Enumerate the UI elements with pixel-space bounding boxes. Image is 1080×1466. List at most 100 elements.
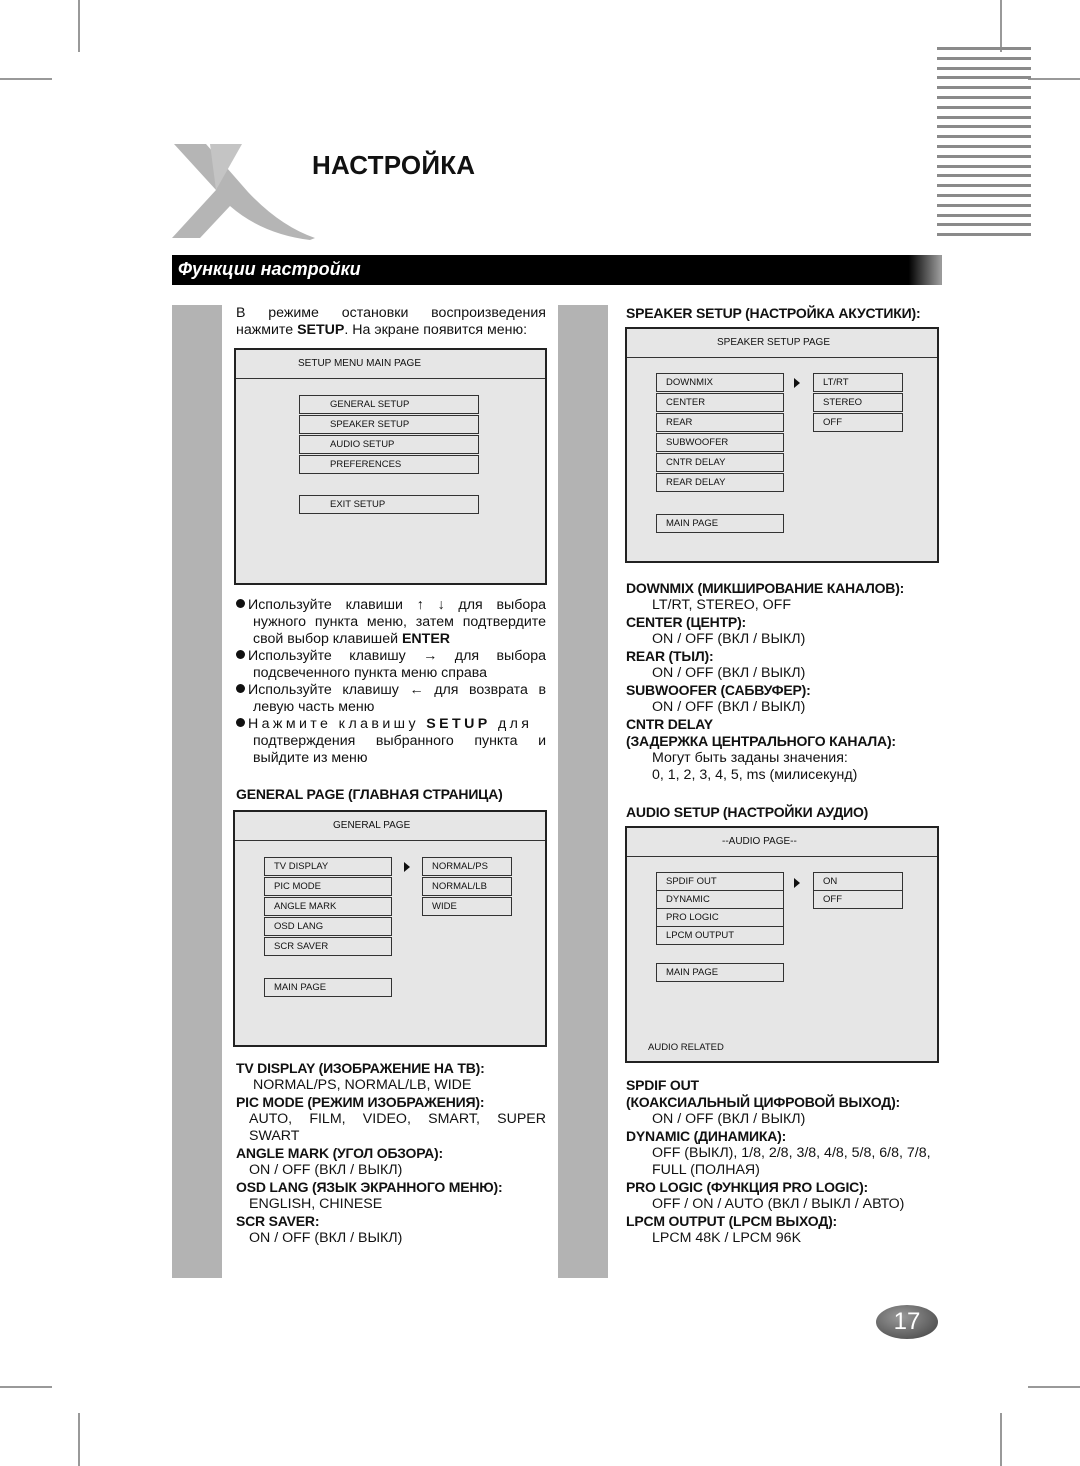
menu-item-dynamic[interactable]: DYNAMIC [656, 890, 784, 909]
line: Используйте клавишу ← для возврата в [236, 682, 546, 699]
menu-item-speaker-setup[interactable]: SPEAKER SETUP [299, 415, 479, 434]
text: Используйте клавиши ↑ ↓ для выбора [248, 597, 546, 613]
menu-item-angle-mark[interactable]: ANGLE MARK [264, 897, 392, 916]
line: Используйте клавиши ↑ ↓ для выбора [236, 597, 546, 614]
speaker-setup-screen: SPEAKER SETUP PAGE DOWNMIX CENTER REAR S… [625, 327, 939, 563]
desc-heading: LPCM OUTPUT (LPCM ВЫХОД): [626, 1213, 838, 1229]
crop-mark [0, 78, 52, 80]
line: подтверждения выбранного пункта и [253, 733, 546, 749]
desc-heading: SCR SAVER: [236, 1213, 320, 1229]
desc-heading: ANGLE MARK (УГОЛ ОБЗОРА): [236, 1145, 443, 1161]
menu-item-tv-display[interactable]: TV DISPLAY [264, 857, 392, 876]
desc-value: AUTO, FILM, VIDEO, SMART, SUPER [249, 1111, 546, 1127]
section-title: Функции настройки [178, 259, 361, 279]
desc-value: SWART [249, 1128, 300, 1144]
crop-mark [1000, 1413, 1002, 1466]
desc-value: Могут быть заданы значения: [652, 750, 848, 766]
option-off[interactable]: OFF [813, 413, 903, 432]
bullet-icon [236, 599, 245, 608]
section-banner: Функции настройки [172, 255, 942, 285]
text: нажмите [236, 322, 298, 338]
desc-heading: OSD LANG (ЯЗЫК ЭКРАННОГО МЕНЮ): [236, 1179, 503, 1195]
general-page-screen: GENERAL PAGE TV DISPLAY PIC MODE ANGLE M… [233, 810, 547, 1047]
option-on[interactable]: ON [813, 872, 903, 891]
menu-item-scr-saver[interactable]: SCR SAVER [264, 937, 392, 956]
line: свой выбор клавишей ENTER [236, 631, 546, 648]
desc-heading: CNTR DELAY [626, 716, 713, 732]
enter-key-label: ENTER [401, 631, 451, 647]
general-descriptions: TV DISPLAY (ИЗОБРАЖЕНИЕ НА ТВ): NORMAL/P… [236, 1060, 546, 1247]
desc-heading: REAR (ТЫЛ): [626, 648, 714, 664]
desc-value: FULL (ПОЛНАЯ) [652, 1162, 760, 1178]
menu-item-pic-mode[interactable]: PIC MODE [264, 877, 392, 896]
menu-item-subwoofer[interactable]: SUBWOOFER [656, 433, 784, 452]
line: левую часть меню [253, 699, 375, 715]
instruction-list: Используйте клавиши ↑ ↓ для выбора нужно… [236, 597, 546, 767]
menu-item-main-page[interactable]: MAIN PAGE [264, 978, 392, 997]
menu-title-text: SPEAKER SETUP PAGE [717, 337, 831, 348]
menu-item-audio-setup[interactable]: AUDIO SETUP [299, 435, 479, 454]
option-normal-ps[interactable]: NORMAL/PS [422, 857, 512, 876]
menu-title: GENERAL PAGE [235, 812, 545, 841]
desc-value: ON / OFF (ВКЛ / ВЫКЛ) [652, 1111, 806, 1127]
menu-item-osd-lang[interactable]: OSD LANG [264, 917, 392, 936]
line: нужного пункта меню, затем подтвердите [253, 614, 546, 630]
right-gray-column [558, 305, 608, 1278]
menu-item-center[interactable]: CENTER [656, 393, 784, 412]
option-lt-rt[interactable]: LT/RT [813, 373, 903, 392]
menu-item-main-page[interactable]: MAIN PAGE [656, 963, 784, 982]
left-gray-column [172, 305, 222, 1278]
intro-text-2: нажмите SETUP. На экране появится меню: [236, 322, 546, 339]
bullet-icon [236, 684, 245, 693]
desc-heading: PRO LOGIC (ФУНКЦИЯ PRO LOGIC): [626, 1179, 869, 1195]
option-normal-lb[interactable]: NORMAL/LB [422, 877, 512, 896]
desc-value: ENGLISH, CHINESE [249, 1196, 383, 1212]
desc-value: LPCM 48K / LPCM 96K [652, 1230, 802, 1246]
menu-item-pro-logic[interactable]: PRO LOGIC [656, 908, 784, 927]
setup-key-label: SETUP [426, 716, 491, 732]
menu-title-text: --AUDIO PAGE-- [722, 836, 797, 847]
label: PREFERENCES [330, 459, 402, 470]
menu-item-main-page[interactable]: MAIN PAGE [656, 514, 784, 533]
menu-item-spdif-out[interactable]: SPDIF OUT [656, 872, 784, 891]
menu-item-rear-delay[interactable]: REAR DELAY [656, 473, 784, 492]
intro-text: В режиме остановки воспроизведения [236, 305, 546, 321]
instruction-item: Используйте клавишу ← для возврата в лев… [236, 682, 546, 716]
menu-item-downmix[interactable]: DOWNMIX [656, 373, 784, 392]
crop-mark [1028, 1386, 1080, 1388]
text: Используйте клавишу ← для возврата в [248, 682, 546, 698]
setup-key-label: SETUP [297, 322, 345, 338]
selection-arrow-icon [794, 378, 800, 388]
menu-item-lpcm-output[interactable]: LPCM OUTPUT [656, 926, 784, 945]
instruction-item: Нажмите клавишу SETUP для подтверждения … [236, 716, 546, 767]
menu-title-text: SETUP MENU MAIN PAGE [298, 358, 421, 369]
desc-heading: (КОАКСИАЛЬНЫЙ ЦИФРОВОЙ ВЫХОД): [626, 1094, 901, 1110]
menu-title: SETUP MENU MAIN PAGE [236, 350, 545, 379]
speaker-descriptions: DOWNMIX (МИКШИРОВАНИЕ КАНАЛОВ): LT/RT, S… [626, 580, 941, 784]
menu-item-general-setup[interactable]: GENERAL SETUP [299, 395, 479, 414]
option-off[interactable]: OFF [813, 890, 903, 909]
line: Используйте клавишу → для выбора [236, 648, 546, 665]
desc-heading: TV DISPLAY (ИЗОБРАЖЕНИЕ НА ТВ): [236, 1060, 485, 1076]
desc-value: ON / OFF (ВКЛ / ВЫКЛ) [652, 699, 806, 715]
crop-mark [78, 0, 80, 52]
setup-menu-screen: SETUP MENU MAIN PAGE GENERAL SETUP SPEAK… [234, 348, 547, 585]
menu-item-preferences[interactable]: PREFERENCES [299, 455, 479, 474]
label: AUDIO SETUP [330, 439, 395, 450]
text: свой выбор клавишей [253, 631, 402, 647]
banner-fade [905, 255, 942, 285]
desc-value: ON / OFF (ВКЛ / ВЫКЛ) [652, 631, 806, 647]
menu-item-cntr-delay[interactable]: CNTR DELAY [656, 453, 784, 472]
general-page-heading: GENERAL PAGE (ГЛАВНАЯ СТРАНИЦА) [236, 786, 503, 802]
desc-value: ON / OFF (ВКЛ / ВЫКЛ) [249, 1230, 403, 1246]
option-stereo[interactable]: STEREO [813, 393, 903, 412]
option-wide[interactable]: WIDE [422, 897, 512, 916]
desc-value: LT/RT, STEREO, OFF [652, 597, 791, 613]
menu-item-rear[interactable]: REAR [656, 413, 784, 432]
text: Используйте клавишу → для выбора [248, 648, 546, 664]
decorative-stripes [937, 47, 1031, 243]
desc-heading: CENTER (ЦЕНТР): [626, 614, 746, 630]
instruction-item: Используйте клавиши ↑ ↓ для выбора нужно… [236, 597, 546, 648]
crop-mark [0, 1386, 52, 1388]
menu-item-exit-setup[interactable]: EXIT SETUP [299, 495, 479, 514]
